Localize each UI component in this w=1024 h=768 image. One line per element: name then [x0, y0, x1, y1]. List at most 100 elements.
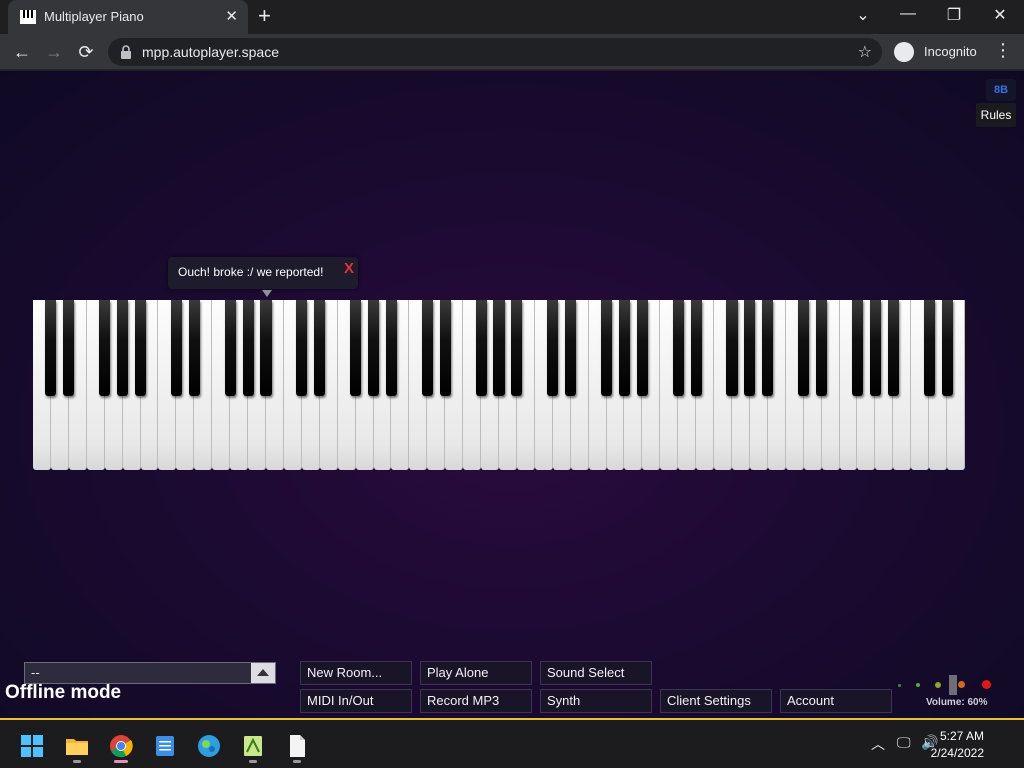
account-button[interactable]: Account: [780, 689, 892, 713]
minimize-button[interactable]: —: [888, 5, 928, 23]
black-key[interactable]: [296, 300, 308, 396]
discord-icon[interactable]: 8B: [986, 79, 1016, 101]
black-key[interactable]: [63, 300, 75, 396]
edge-icon[interactable]: [197, 734, 221, 758]
black-key[interactable]: [421, 300, 433, 396]
volume-control[interactable]: Volume: 60%: [890, 675, 1000, 715]
taskbar-clock[interactable]: 5:27 AM 2/24/2022: [931, 728, 984, 762]
black-key[interactable]: [690, 300, 702, 396]
black-key[interactable]: [816, 300, 828, 396]
black-key[interactable]: [636, 300, 648, 396]
black-key[interactable]: [726, 300, 738, 396]
black-key[interactable]: [798, 300, 810, 396]
status-text: Offline mode: [5, 682, 122, 703]
volume-dot: [982, 680, 991, 689]
black-key[interactable]: [170, 300, 182, 396]
volume-dot: [935, 682, 941, 688]
black-key[interactable]: [618, 300, 630, 396]
dropdown-arrow-icon[interactable]: [251, 663, 275, 683]
volume-knob[interactable]: [949, 675, 957, 695]
notepadpp-indicator: [249, 760, 257, 763]
chrome-icon[interactable]: [109, 734, 133, 758]
incognito-indicator[interactable]: Incognito: [890, 38, 987, 66]
black-key[interactable]: [565, 300, 577, 396]
record-mp3-button[interactable]: Record MP3: [420, 689, 532, 713]
black-key[interactable]: [493, 300, 505, 396]
black-key[interactable]: [941, 300, 953, 396]
black-key[interactable]: [242, 300, 254, 396]
reload-button[interactable]: ⟳: [74, 40, 98, 64]
notepadpp-icon[interactable]: [241, 734, 265, 758]
synth-button[interactable]: Synth: [540, 689, 652, 713]
black-key[interactable]: [367, 300, 380, 396]
black-key[interactable]: [672, 300, 684, 396]
back-button[interactable]: ←: [10, 40, 34, 64]
toast-close-icon[interactable]: X: [344, 254, 354, 284]
clock-time: 5:27 AM: [939, 729, 984, 743]
black-key[interactable]: [869, 300, 881, 396]
black-key[interactable]: [547, 300, 559, 396]
volume-dot: [898, 684, 901, 687]
black-key[interactable]: [117, 300, 129, 396]
black-key[interactable]: [134, 300, 147, 396]
black-key[interactable]: [475, 300, 487, 396]
black-key[interactable]: [887, 300, 899, 396]
new-tab-button[interactable]: +: [258, 3, 271, 29]
toast-pointer: [262, 290, 272, 297]
black-key[interactable]: [385, 300, 397, 396]
black-key[interactable]: [99, 300, 111, 396]
black-key[interactable]: [511, 300, 523, 396]
incognito-label: Incognito: [924, 44, 977, 59]
black-key[interactable]: [45, 300, 57, 396]
room-select-value: --: [31, 665, 40, 680]
black-key[interactable]: [923, 300, 935, 396]
new-room-button[interactable]: New Room...: [300, 661, 412, 685]
windows-start-icon[interactable]: [20, 734, 44, 758]
black-key[interactable]: [600, 300, 613, 396]
bookmark-star-icon[interactable]: ☆: [858, 42, 872, 62]
page-viewport: 8B Rules Ouch! broke :/ we reported! X -…: [0, 71, 1024, 718]
rules-button[interactable]: Rules: [976, 103, 1016, 127]
black-key[interactable]: [744, 300, 756, 396]
midi-in-out-button[interactable]: MIDI In/Out: [300, 689, 412, 713]
close-window-button[interactable]: ✕: [980, 5, 1020, 25]
file-explorer-icon[interactable]: [65, 734, 89, 758]
network-icon[interactable]: 🖵: [897, 734, 911, 751]
black-key[interactable]: [762, 300, 774, 396]
incognito-icon: [894, 42, 914, 62]
black-key[interactable]: [439, 300, 451, 396]
black-key[interactable]: [188, 300, 200, 396]
volume-label: Volume: 60%: [926, 697, 988, 708]
chrome-menu-icon[interactable]: ⋮: [994, 40, 1012, 61]
address-bar[interactable]: mpp.autoplayer.space ☆: [108, 38, 882, 66]
clock-date: 2/24/2022: [930, 746, 984, 760]
black-key[interactable]: [314, 300, 326, 396]
restore-button[interactable]: ❐: [934, 5, 974, 25]
black-key[interactable]: [260, 300, 272, 396]
sound-select-button[interactable]: Sound Select: [540, 661, 652, 685]
client-settings-button[interactable]: Client Settings: [660, 689, 772, 713]
forward-button[interactable]: →: [42, 40, 66, 64]
volume-dot: [916, 683, 920, 687]
room-select[interactable]: --: [24, 662, 276, 684]
tray-chevron-icon[interactable]: ︿: [871, 734, 885, 754]
chrome-indicator: [114, 760, 128, 763]
tab-close-icon[interactable]: ✕: [225, 7, 238, 25]
piano-keyboard[interactable]: [33, 300, 965, 470]
black-key[interactable]: [851, 300, 863, 396]
error-toast: Ouch! broke :/ we reported! X: [168, 257, 358, 289]
play-alone-button[interactable]: Play Alone: [420, 661, 532, 685]
black-key[interactable]: [350, 300, 362, 396]
document-indicator: [293, 760, 301, 763]
tab-strip: Multiplayer Piano ✕ + ⌄ — ❐ ✕: [0, 0, 1024, 34]
black-key[interactable]: [224, 300, 236, 396]
tab-multiplayer-piano[interactable]: Multiplayer Piano ✕: [8, 0, 248, 34]
tab-search-icon[interactable]: ⌄: [843, 5, 883, 25]
url-text: mpp.autoplayer.space: [142, 44, 279, 60]
volume-dot: [958, 681, 965, 688]
piano-favicon-icon: [20, 10, 36, 24]
tab-title: Multiplayer Piano: [44, 9, 144, 24]
browser-toolbar: ← → ⟳ mpp.autoplayer.space ☆ Incognito ⋮: [0, 34, 1024, 70]
document-icon[interactable]: [285, 734, 309, 758]
notepad-icon[interactable]: [153, 734, 177, 758]
